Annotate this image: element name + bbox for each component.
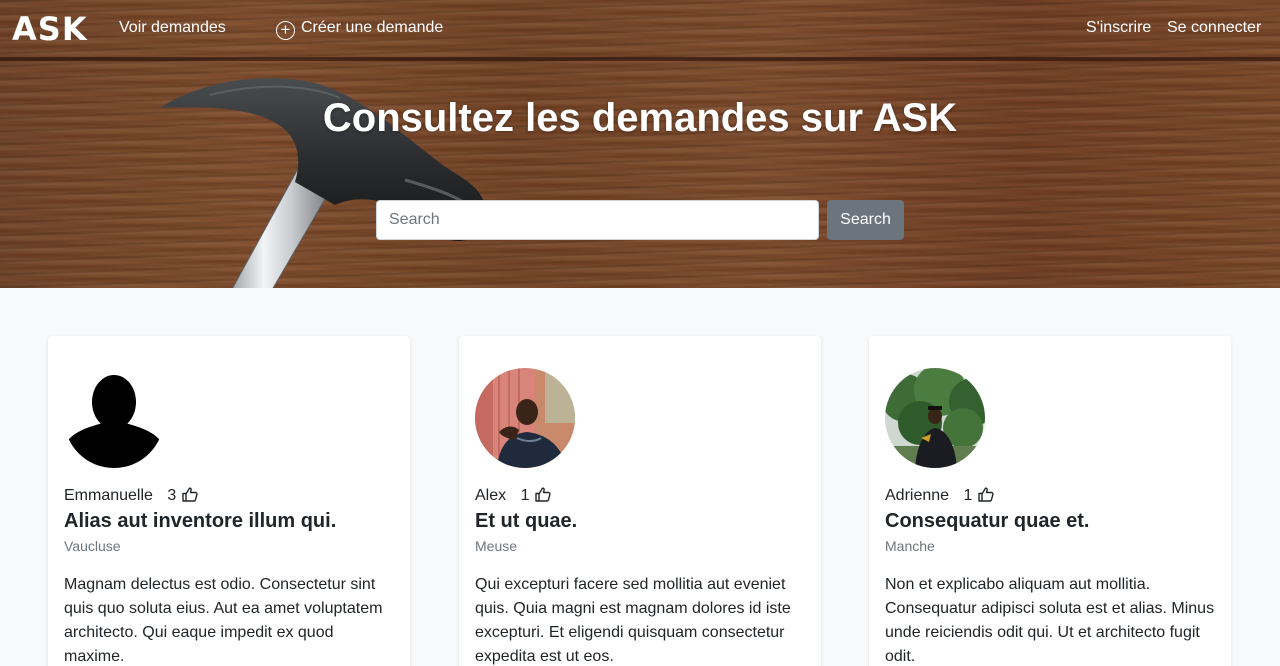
avatar	[885, 368, 985, 468]
card-title[interactable]: Consequatur quae et.	[885, 510, 1089, 533]
card-title[interactable]: Alias aut inventore illum qui.	[64, 510, 336, 533]
plus-circle-icon: +	[276, 21, 295, 40]
top-navbar: ASK Voir demandes + Créer une demande S'i…	[0, 0, 1280, 58]
request-card[interactable]: Alex 1 Et ut quae. Meuse Qui excepturi f…	[459, 336, 821, 666]
card-meta: Adrienne 1	[885, 487, 994, 505]
thumbs-up-icon[interactable]	[535, 487, 551, 502]
card-description: Qui excepturi facere sed mollitia aut ev…	[475, 576, 791, 665]
thumbs-up-icon[interactable]	[182, 487, 198, 502]
request-card[interactable]: Adrienne 1 Consequatur quae et. Manche N…	[869, 336, 1231, 666]
user-photo	[885, 368, 985, 468]
thumbs-up-icon[interactable]	[978, 487, 994, 502]
nav-login-link[interactable]: Se connecter	[1167, 19, 1261, 37]
nav-create-request-label: Créer une demande	[301, 19, 444, 36]
request-card[interactable]: Emmanuelle 3 Alias aut inventore illum q…	[48, 336, 410, 666]
search-input[interactable]	[376, 200, 819, 240]
card-likes-count: 1	[520, 487, 530, 504]
card-meta: Alex 1	[475, 487, 551, 505]
avatar	[475, 368, 575, 468]
brand-logo[interactable]: ASK	[12, 10, 88, 48]
avatar	[64, 368, 164, 468]
nav-create-request-link[interactable]: + Créer une demande	[276, 19, 443, 40]
card-username[interactable]: Adrienne	[885, 487, 949, 504]
nav-signup-link[interactable]: S'inscrire	[1086, 19, 1151, 37]
user-photo	[475, 368, 575, 468]
card-meta: Emmanuelle 3	[64, 487, 198, 505]
card-description: Non et explicabo aliquam aut mollitia. C…	[885, 576, 1215, 665]
nav-view-requests-link[interactable]: Voir demandes	[119, 19, 226, 37]
card-location: Vaucluse	[64, 538, 121, 554]
user-silhouette-icon	[64, 368, 164, 468]
hero-title: Consultez les demandes sur ASK	[322, 96, 958, 140]
card-username[interactable]: Alex	[475, 487, 506, 504]
card-title[interactable]: Et ut quae.	[475, 510, 577, 533]
card-location: Manche	[885, 538, 935, 554]
card-description: Magnam delectus est odio. Consectetur si…	[64, 576, 383, 665]
card-likes-count: 3	[167, 487, 177, 504]
card-username[interactable]: Emmanuelle	[64, 487, 153, 504]
card-likes-count: 1	[963, 487, 973, 504]
search-button[interactable]: Search	[827, 200, 904, 240]
card-location: Meuse	[475, 538, 518, 554]
